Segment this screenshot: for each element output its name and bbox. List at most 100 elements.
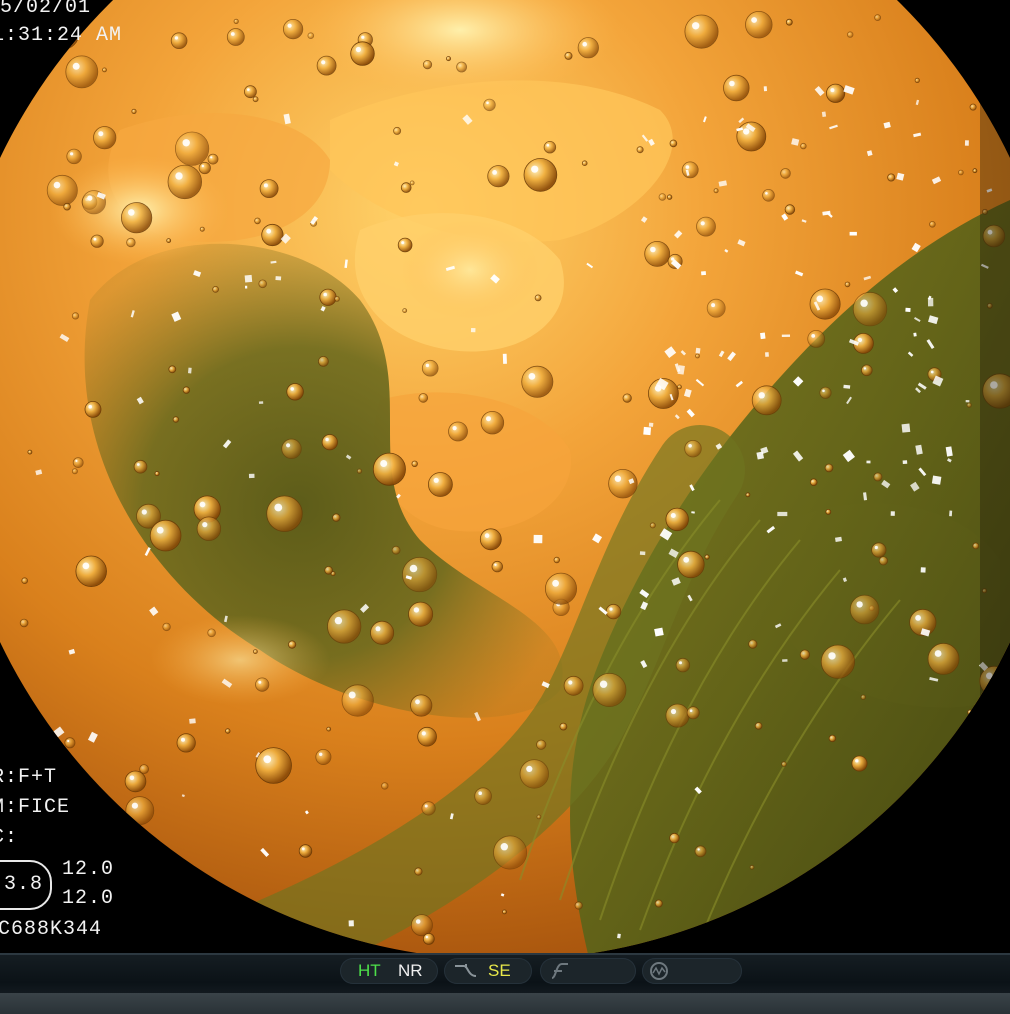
- bubble-highlight: [425, 935, 428, 939]
- bubble-highlight: [319, 752, 323, 756]
- bubble-highlight: [874, 545, 878, 550]
- bubble-highlight: [433, 477, 439, 483]
- specular-glint: [821, 111, 827, 118]
- bubble: [445, 56, 451, 62]
- bubble: [694, 845, 707, 858]
- bubble-highlight: [857, 337, 863, 343]
- bubble-highlight: [67, 739, 70, 743]
- enhance-icon: [551, 963, 568, 979]
- status-pill-ht-nr: [340, 958, 438, 984]
- bubble: [860, 694, 866, 700]
- bubble-highlight: [700, 221, 705, 226]
- se-indicator: SE: [488, 961, 511, 980]
- bubble-highlight: [263, 755, 272, 764]
- bubble: [675, 657, 691, 673]
- specular-glint: [248, 473, 255, 479]
- specular-glint: [639, 551, 646, 556]
- bubble-highlight: [325, 437, 329, 442]
- bubble: [754, 722, 763, 730]
- bubble-highlight: [286, 443, 291, 448]
- bubble: [332, 513, 341, 522]
- bubble-highlight: [409, 564, 418, 573]
- bubble: [780, 168, 791, 179]
- bubble: [695, 353, 700, 359]
- bubble-highlight: [916, 866, 923, 872]
- bubble: [665, 703, 690, 728]
- bubble-highlight: [528, 373, 536, 380]
- bubble: [723, 74, 750, 102]
- bubble-highlight: [348, 691, 356, 699]
- specular-glint: [931, 475, 942, 485]
- bubble: [421, 359, 439, 377]
- bubble: [800, 142, 807, 150]
- bubble: [743, 928, 755, 940]
- specular-glint: [920, 567, 926, 573]
- bubble: [483, 98, 496, 112]
- bubble: [319, 288, 337, 306]
- bubble: [124, 770, 147, 793]
- bubble-highlight: [415, 919, 421, 924]
- specular-glint: [470, 328, 476, 333]
- bubble: [255, 747, 292, 784]
- bubble-highlight: [415, 699, 420, 705]
- specular-glint: [258, 401, 264, 404]
- bubble: [871, 542, 887, 558]
- bubble: [400, 182, 412, 193]
- bubble: [281, 438, 302, 460]
- bubble-highlight: [82, 562, 90, 570]
- bubble-highlight: [568, 680, 573, 685]
- specular-glint: [849, 231, 857, 236]
- bubble: [402, 308, 408, 314]
- bubble-highlight: [263, 183, 268, 188]
- bubble: [564, 51, 573, 60]
- bubble: [799, 649, 811, 660]
- bubble-highlight: [685, 165, 690, 169]
- bubble: [577, 37, 599, 59]
- bubble: [315, 749, 332, 766]
- specular-glint: [782, 659, 788, 662]
- bubble: [849, 594, 880, 625]
- bubble: [553, 556, 560, 564]
- bubble: [259, 179, 279, 199]
- bubble: [684, 440, 702, 458]
- bubble: [592, 673, 627, 708]
- bubble: [66, 148, 82, 165]
- bubble-highlight: [87, 195, 93, 201]
- bubble-highlight: [486, 416, 491, 422]
- bubble-highlight: [582, 41, 587, 47]
- bubble-highlight: [822, 389, 825, 393]
- bubble-highlight: [478, 791, 483, 795]
- bubble-highlight: [247, 88, 250, 91]
- bubble: [851, 755, 868, 772]
- bubble-highlight: [131, 802, 138, 809]
- status-bar-lower-strip: [0, 993, 1010, 1014]
- specular-glint: [643, 426, 652, 436]
- bubble-highlight: [421, 731, 426, 736]
- bubble-highlight: [70, 152, 74, 156]
- bubble: [19, 618, 29, 628]
- bubble: [563, 675, 584, 696]
- bubble: [748, 639, 758, 649]
- bubble: [198, 161, 211, 175]
- bubble: [828, 734, 837, 743]
- bubble: [911, 861, 937, 886]
- specular-glint: [654, 627, 664, 637]
- bubble: [665, 507, 689, 532]
- time-readout: 1:31:24 AM: [0, 24, 123, 47]
- bubble-highlight: [494, 563, 497, 566]
- specular-glint: [245, 285, 248, 289]
- bubble: [90, 234, 104, 248]
- bubble-highlight: [856, 601, 863, 608]
- bubble: [233, 18, 239, 24]
- bubble-highlight: [136, 463, 140, 466]
- bubble-highlight: [670, 708, 677, 715]
- bubble: [298, 844, 313, 858]
- bubble: [824, 463, 834, 473]
- bubble: [887, 173, 896, 182]
- bubble: [666, 194, 673, 200]
- bubble-highlight: [816, 295, 824, 303]
- bubble: [167, 164, 202, 200]
- bubble-highlight: [129, 775, 135, 781]
- bubble: [677, 550, 705, 579]
- bubble: [751, 385, 782, 416]
